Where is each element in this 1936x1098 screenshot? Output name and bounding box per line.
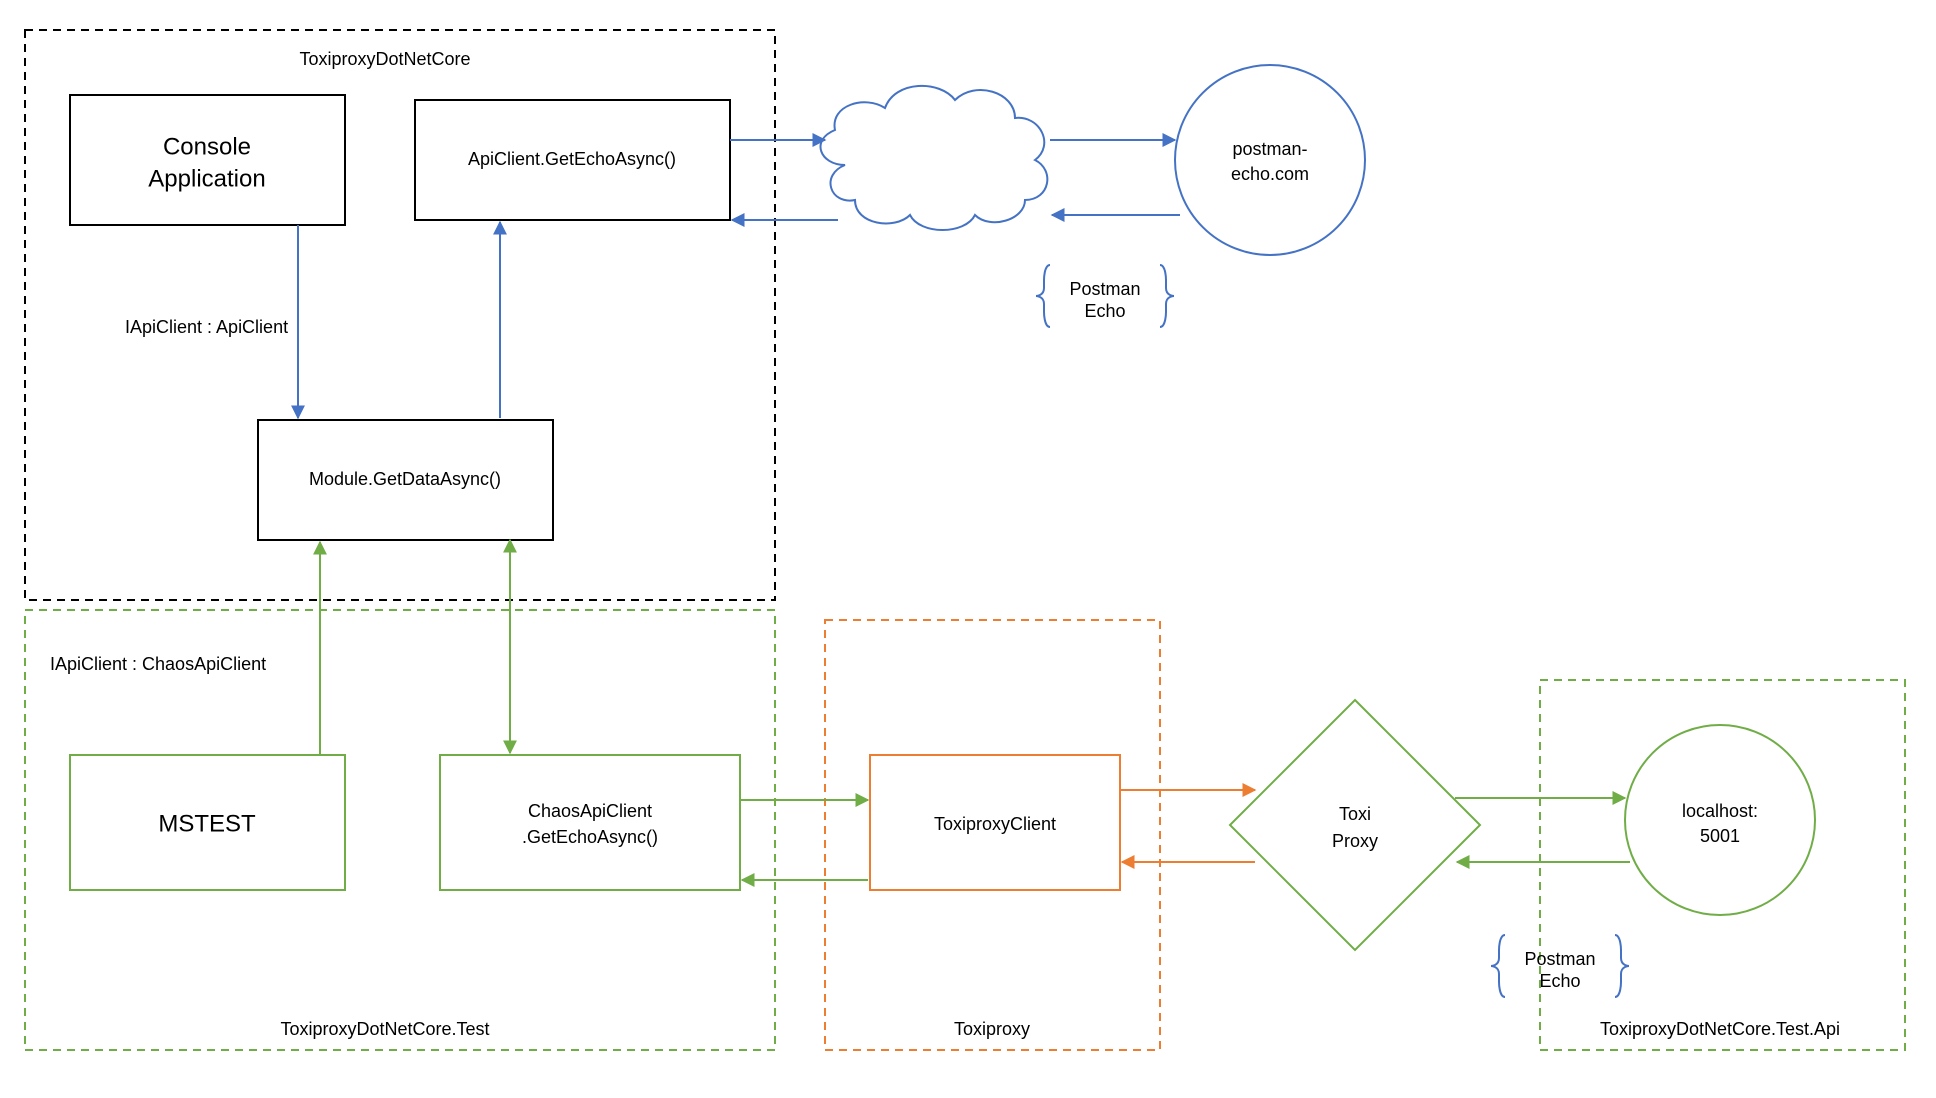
box-chaosclient [440, 755, 740, 890]
postman-echo-line2: echo.com [1231, 164, 1309, 184]
postman-echo-line1: postman- [1232, 139, 1307, 159]
diamond-line1: Toxi [1339, 804, 1371, 824]
box-chaos-line2: .GetEchoAsync() [522, 827, 658, 847]
note-postman-echo-top: Postman Echo [1036, 265, 1174, 327]
box-toxiproxyclient-label: ToxiproxyClient [934, 814, 1056, 834]
note-top-line2: Echo [1084, 301, 1125, 321]
diamond-line2: Proxy [1332, 831, 1378, 851]
localhost-line1: localhost: [1682, 801, 1758, 821]
note-bottom-line1: Postman [1524, 949, 1595, 969]
container-testapi-label: ToxiproxyDotNetCore.Test.Api [1600, 1019, 1840, 1039]
box-mstest-label: MSTEST [158, 810, 256, 837]
cloud-icon [821, 86, 1048, 230]
box-module-label: Module.GetDataAsync() [309, 469, 501, 489]
label-iapiclient: IApiClient : ApiClient [125, 317, 288, 337]
box-apiclient-label: ApiClient.GetEchoAsync() [468, 149, 676, 169]
note-postman-echo-bottom: Postman Echo [1491, 935, 1629, 997]
note-top-line1: Postman [1069, 279, 1140, 299]
circle-postman-echo [1175, 65, 1365, 255]
localhost-line2: 5001 [1700, 826, 1740, 846]
label-ichaosclient: IApiClient : ChaosApiClient [50, 654, 266, 674]
box-console-line2: Application [148, 165, 265, 192]
box-chaos-line1: ChaosApiClient [528, 801, 652, 821]
container-core-label: ToxiproxyDotNetCore [299, 49, 470, 69]
box-console-line1: Console [163, 133, 251, 160]
container-toxiproxy-label: Toxiproxy [954, 1019, 1030, 1039]
container-test-label: ToxiproxyDotNetCore.Test [280, 1019, 489, 1039]
architecture-diagram: ToxiproxyDotNetCore ToxiproxyDotNetCore.… [0, 0, 1936, 1098]
diamond-toxiproxy [1230, 700, 1480, 950]
note-bottom-line2: Echo [1539, 971, 1580, 991]
